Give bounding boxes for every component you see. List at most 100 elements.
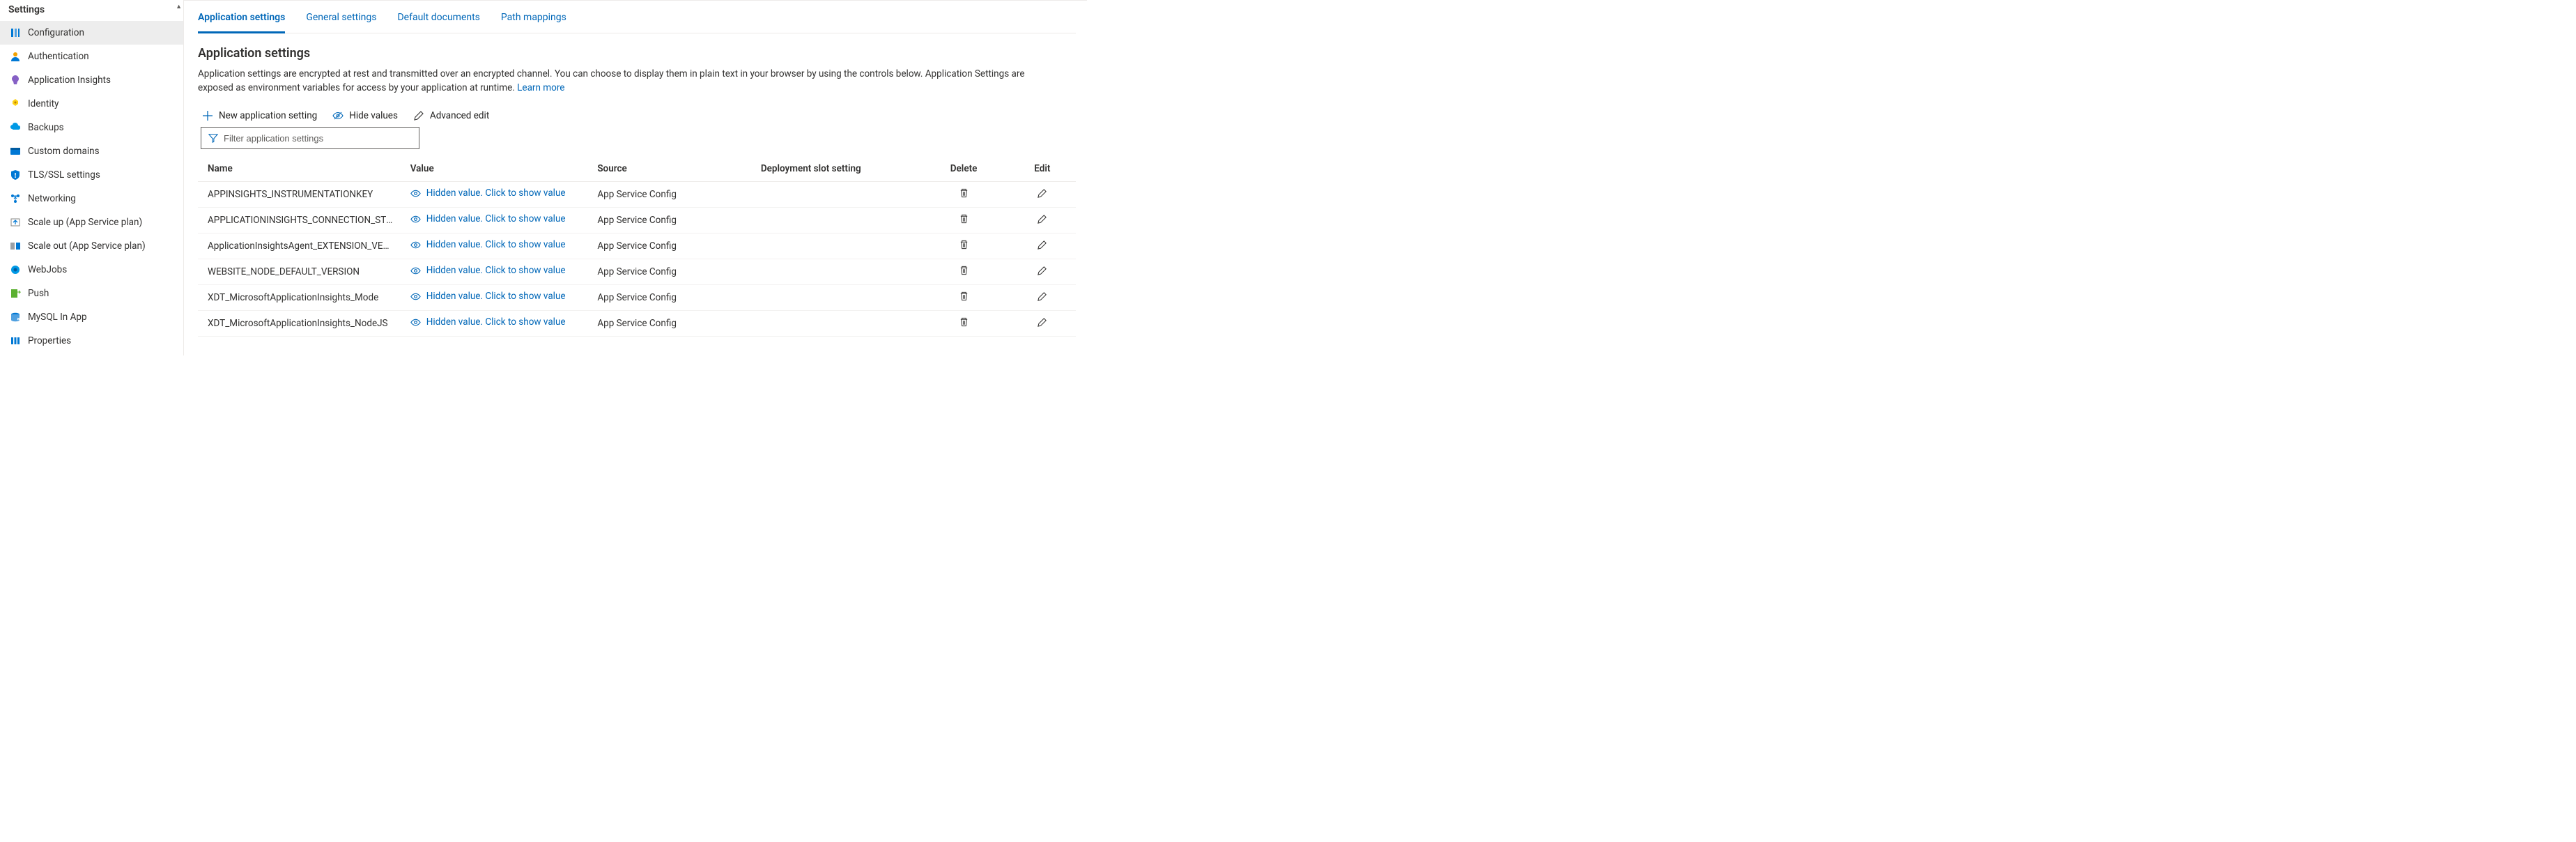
- pencil-icon: [1037, 214, 1047, 224]
- delete-button[interactable]: [959, 316, 969, 328]
- sidebar-item-webjobs[interactable]: WebJobs: [0, 258, 183, 282]
- sidebar: Settings ▲ Configuration Authentication Ap…: [0, 0, 184, 355]
- sidebar-item-push[interactable]: Push: [0, 282, 183, 305]
- delete-button[interactable]: [959, 213, 969, 224]
- eye-icon: [410, 317, 421, 328]
- sidebar-icon: [10, 217, 21, 228]
- cell-name: APPLICATIONINSIGHTS_CONNECTION_STRING: [198, 208, 401, 234]
- cell-source: App Service Config: [587, 259, 751, 285]
- sidebar-item-custom-domains[interactable]: Custom domains: [0, 139, 183, 163]
- plus-icon: [202, 110, 213, 121]
- desc-text: Application settings are encrypted at re…: [198, 68, 1025, 93]
- table-row: WEBSITE_NODE_DEFAULT_VERSION Hidden value…: [198, 259, 1076, 285]
- pencil-icon: [1037, 291, 1047, 302]
- settings-table: Name Value Source Deployment slot settin…: [198, 158, 1076, 337]
- cell-slot: [751, 234, 919, 259]
- th-name[interactable]: Name: [198, 158, 401, 182]
- collapse-icon[interactable]: ▲: [176, 3, 182, 10]
- cell-source: App Service Config: [587, 285, 751, 311]
- cell-slot: [751, 208, 919, 234]
- sidebar-item-label: Backups: [28, 122, 64, 133]
- delete-button[interactable]: [959, 239, 969, 250]
- filter-icon: [208, 133, 218, 143]
- table-row: XDT_MicrosoftApplicationInsights_NodeJS H…: [198, 311, 1076, 337]
- sidebar-item-label: Authentication: [28, 51, 89, 62]
- sidebar-item-identity[interactable]: Identity: [0, 92, 183, 116]
- hide-values-button[interactable]: Hide values: [332, 110, 398, 121]
- sidebar-icon: [10, 51, 21, 62]
- toolbar: New application setting Hide values Adva…: [202, 110, 1076, 121]
- delete-button[interactable]: [959, 187, 969, 199]
- sidebar-item-application-insights[interactable]: Application Insights: [0, 68, 183, 92]
- cell-slot: [751, 285, 919, 311]
- cell-name: ApplicationInsightsAgent_EXTENSION_VERSI…: [198, 234, 401, 259]
- new-setting-button[interactable]: New application setting: [202, 110, 317, 121]
- sidebar-item-networking[interactable]: Networking: [0, 187, 183, 210]
- trash-icon: [959, 213, 969, 224]
- cell-name: WEBSITE_NODE_DEFAULT_VERSION: [198, 259, 401, 285]
- hidden-value-label: Hidden value. Click to show value: [426, 213, 566, 224]
- sidebar-item-label: Scale up (App Service plan): [28, 217, 142, 228]
- tab-application-settings[interactable]: Application settings: [198, 8, 285, 33]
- tab-general-settings[interactable]: General settings: [306, 8, 376, 33]
- sidebar-icon: [10, 98, 21, 109]
- cell-name: APPINSIGHTS_INSTRUMENTATIONKEY: [198, 182, 401, 208]
- filter-input[interactable]: [224, 133, 412, 144]
- tab-bar: Application settings General settings Defa…: [198, 8, 1076, 33]
- sidebar-icon: [10, 240, 21, 252]
- delete-button[interactable]: [959, 265, 969, 276]
- tab-default-documents[interactable]: Default documents: [397, 8, 479, 33]
- sidebar-item-mysql-in-app[interactable]: MySQL In App: [0, 305, 183, 329]
- delete-button[interactable]: [959, 291, 969, 302]
- cell-source: App Service Config: [587, 182, 751, 208]
- th-edit: Edit: [1006, 158, 1076, 182]
- tab-path-mappings[interactable]: Path mappings: [501, 8, 566, 33]
- hidden-value-button[interactable]: Hidden value. Click to show value: [410, 213, 566, 224]
- hidden-value-label: Hidden value. Click to show value: [426, 187, 566, 199]
- edit-button[interactable]: [1037, 291, 1047, 302]
- hidden-value-button[interactable]: Hidden value. Click to show value: [410, 265, 566, 276]
- advanced-edit-button[interactable]: Advanced edit: [413, 110, 489, 121]
- edit-button[interactable]: [1037, 317, 1047, 328]
- sidebar-icon: [10, 27, 21, 38]
- hidden-value-button[interactable]: Hidden value. Click to show value: [410, 316, 566, 328]
- pencil-icon: [1037, 240, 1047, 250]
- learn-more-link[interactable]: Learn more: [517, 82, 564, 93]
- trash-icon: [959, 187, 969, 199]
- sidebar-item-properties[interactable]: Properties: [0, 329, 183, 353]
- sidebar-item-tls-ssl-settings[interactable]: TLS/SSL settings: [0, 163, 183, 187]
- new-setting-label: New application setting: [219, 110, 317, 121]
- sidebar-title: Settings: [0, 0, 183, 21]
- cell-source: App Service Config: [587, 208, 751, 234]
- sidebar-item-scale-up-app-service-plan-[interactable]: Scale up (App Service plan): [0, 210, 183, 234]
- sidebar-item-scale-out-app-service-plan-[interactable]: Scale out (App Service plan): [0, 234, 183, 258]
- sidebar-item-authentication[interactable]: Authentication: [0, 45, 183, 68]
- th-source[interactable]: Source: [587, 158, 751, 182]
- sidebar-icon: [10, 288, 21, 299]
- hidden-value-button[interactable]: Hidden value. Click to show value: [410, 291, 566, 302]
- cell-name: XDT_MicrosoftApplicationInsights_NodeJS: [198, 311, 401, 337]
- edit-button[interactable]: [1037, 240, 1047, 250]
- sidebar-item-label: Scale out (App Service plan): [28, 240, 146, 252]
- cell-slot: [751, 311, 919, 337]
- main-content: Application settings General settings Defa…: [184, 0, 1087, 355]
- hidden-value-label: Hidden value. Click to show value: [426, 291, 566, 302]
- sidebar-item-backups[interactable]: Backups: [0, 116, 183, 139]
- edit-button[interactable]: [1037, 188, 1047, 199]
- cell-source: App Service Config: [587, 311, 751, 337]
- sidebar-icon: [10, 264, 21, 275]
- filter-box[interactable]: [201, 127, 419, 149]
- sidebar-item-label: Properties: [28, 335, 71, 346]
- trash-icon: [959, 316, 969, 328]
- hidden-value-label: Hidden value. Click to show value: [426, 239, 566, 250]
- hidden-value-button[interactable]: Hidden value. Click to show value: [410, 187, 566, 199]
- edit-button[interactable]: [1037, 266, 1047, 276]
- hidden-value-button[interactable]: Hidden value. Click to show value: [410, 239, 566, 250]
- section-description: Application settings are encrypted at re…: [198, 68, 1055, 95]
- th-value[interactable]: Value: [401, 158, 588, 182]
- sidebar-item-configuration[interactable]: Configuration: [0, 21, 183, 45]
- trash-icon: [959, 265, 969, 276]
- table-row: XDT_MicrosoftApplicationInsights_ModeHid…: [198, 285, 1076, 311]
- th-slot[interactable]: Deployment slot setting: [751, 158, 919, 182]
- edit-button[interactable]: [1037, 214, 1047, 224]
